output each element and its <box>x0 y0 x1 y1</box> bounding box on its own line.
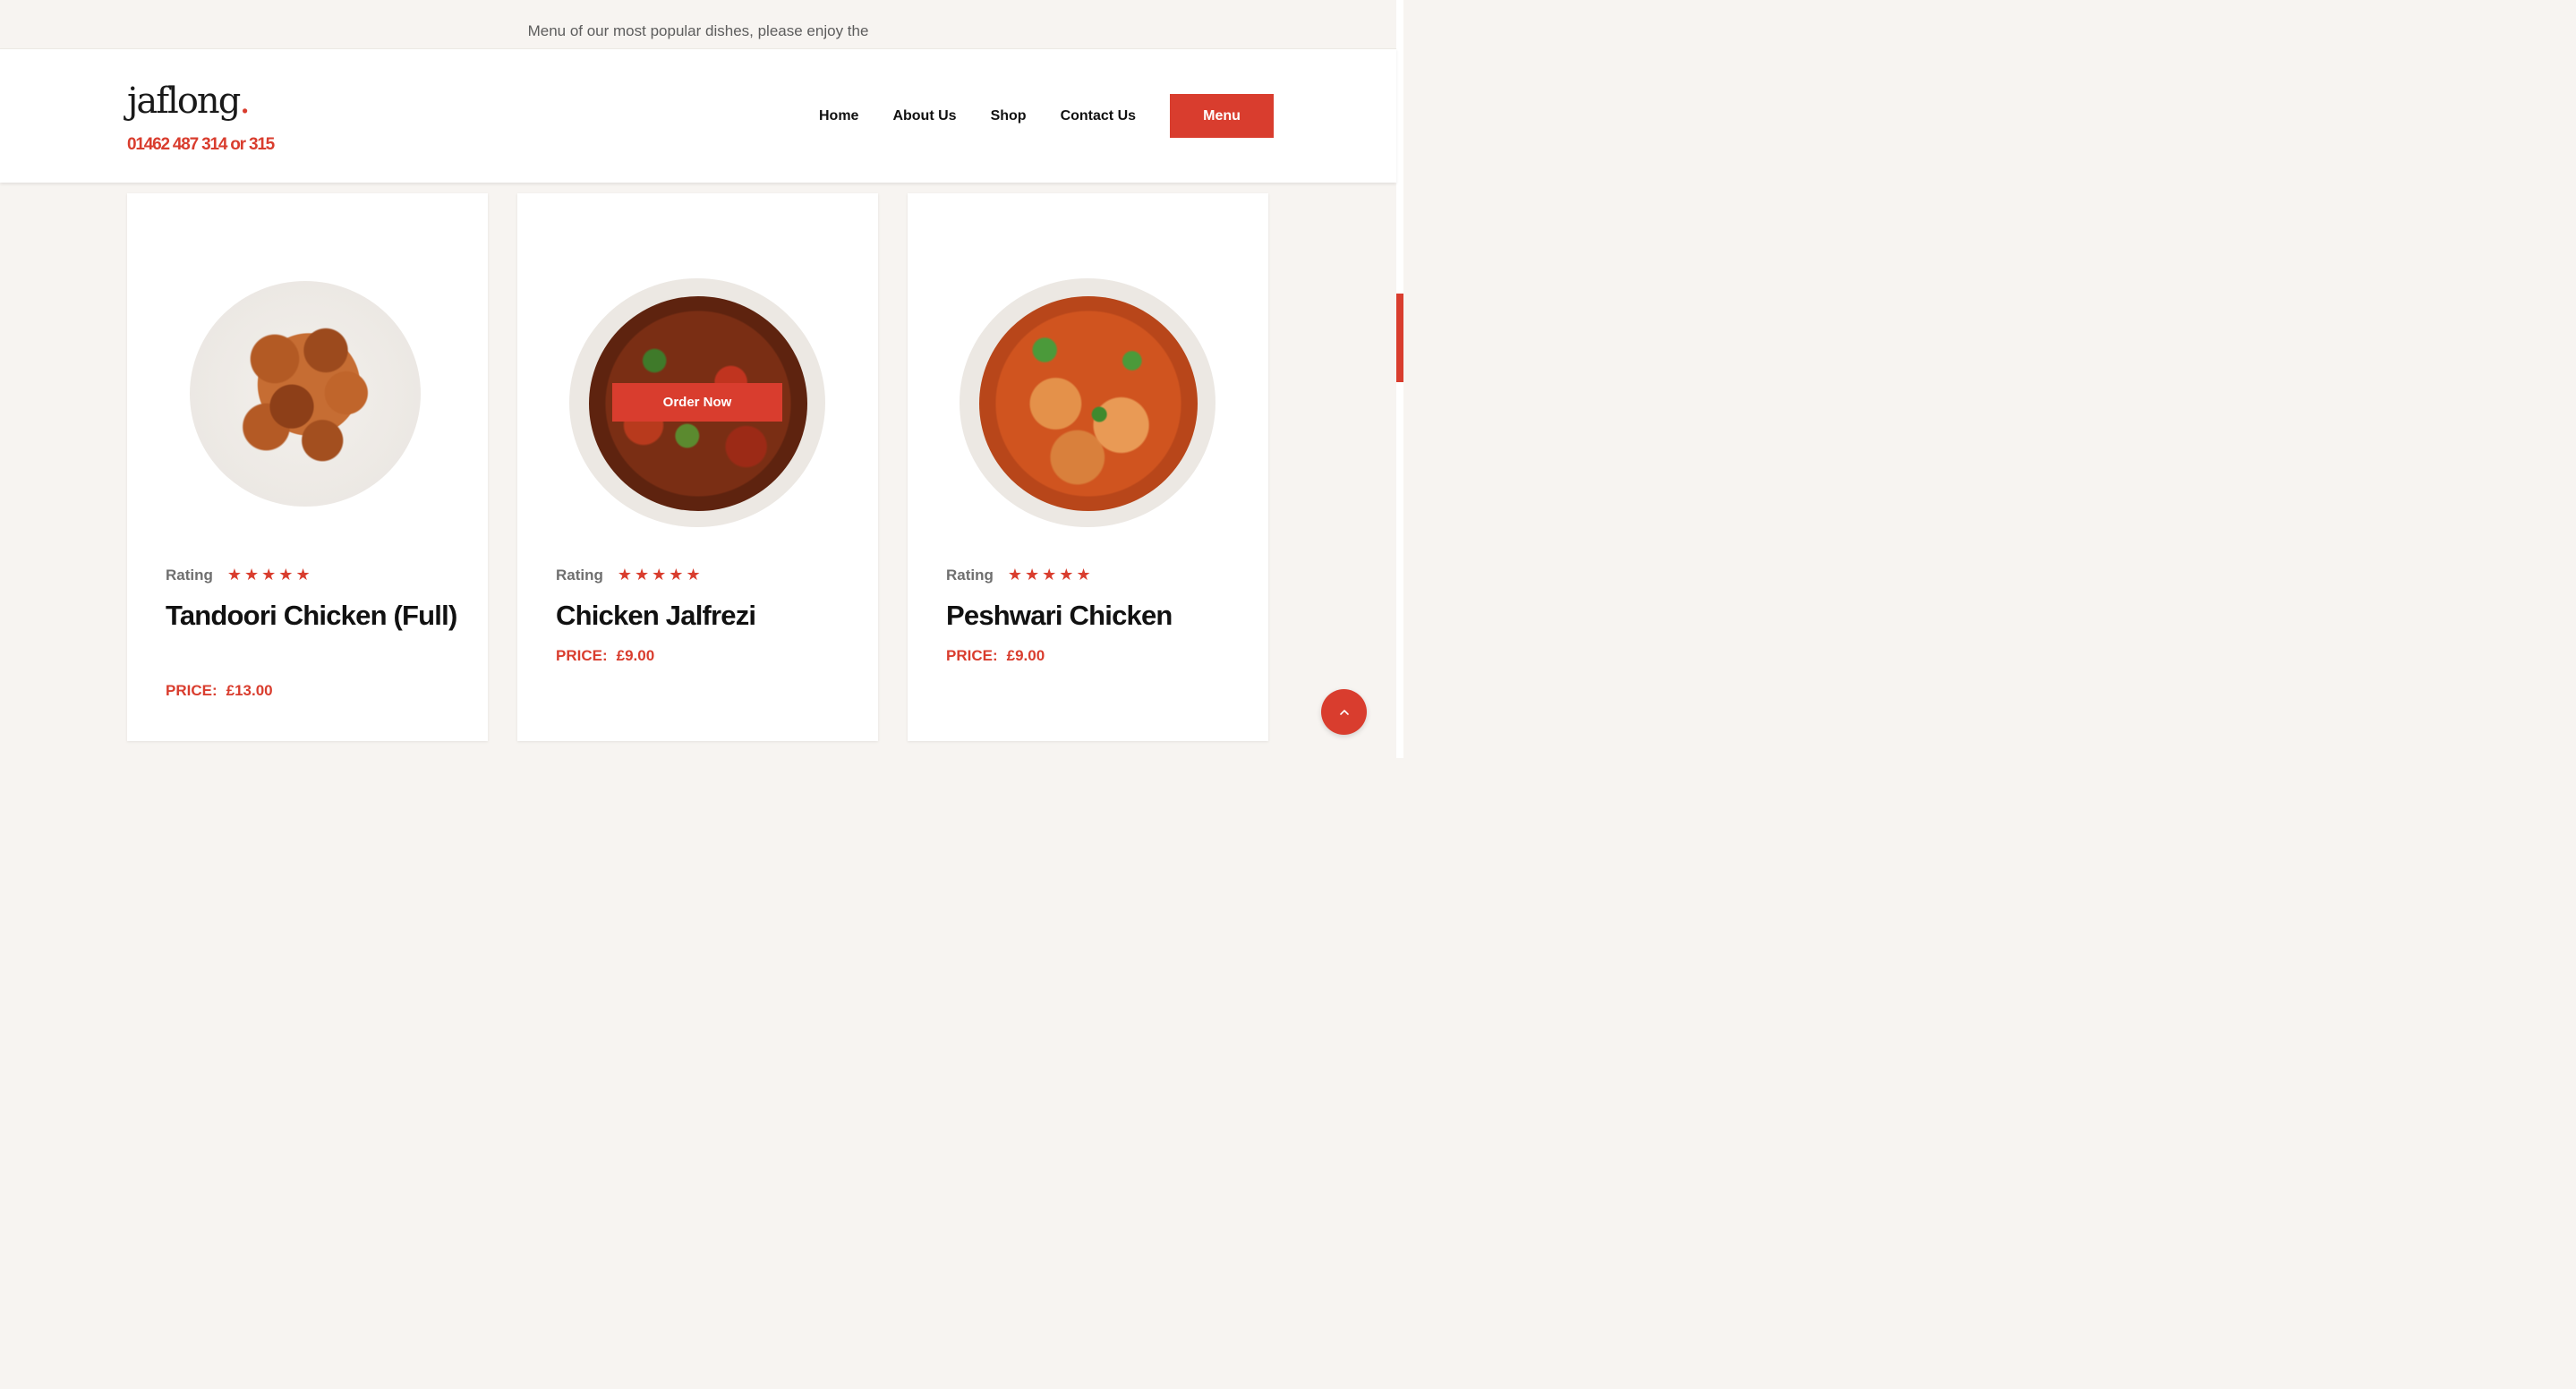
price-value: £9.00 <box>616 647 655 664</box>
dish-title[interactable]: Chicken Jalfrezi <box>556 598 851 633</box>
main-nav: Home About Us Shop Contact Us Menu <box>819 94 1275 138</box>
chevron-up-icon <box>1339 709 1349 715</box>
price-value: £9.00 <box>1006 647 1045 664</box>
order-now-button[interactable]: Order Now <box>612 383 782 422</box>
back-to-top-button[interactable] <box>1321 689 1367 735</box>
dish-image-peshwari-chicken[interactable] <box>960 278 1215 527</box>
rating-label: Rating <box>946 566 994 584</box>
dish-card[interactable]: Order Now Rating ★★★★★ Chicken Jalfrezi … <box>517 193 878 741</box>
logo-dot: . <box>239 81 251 122</box>
phone-number[interactable]: 01462 487 314 or 315 <box>127 135 275 155</box>
logo-text: jaflong <box>127 81 241 122</box>
price-row: PRICE: £13.00 <box>166 682 273 700</box>
star-icon-group: ★★★★★ <box>1007 566 1094 584</box>
site-header: jaflong. 01462 487 314 or 315 Home About… <box>0 48 1396 183</box>
star-icon-group: ★★★★★ <box>617 566 704 584</box>
nav-about-us[interactable]: About Us <box>892 95 956 138</box>
logo[interactable]: jaflong. <box>127 80 274 123</box>
promo-text: Menu of our most popular dishes, please … <box>527 22 869 39</box>
nav-contact-us[interactable]: Contact Us <box>1061 95 1136 138</box>
brand: jaflong. 01462 487 314 or 315 <box>127 80 275 155</box>
price-label: PRICE: <box>556 647 608 664</box>
price-label: PRICE: <box>166 682 218 699</box>
menu-button[interactable]: Menu <box>1170 94 1275 138</box>
dish-card[interactable]: Rating ★★★★★ Tandoori Chicken (Full) PRI… <box>127 193 488 741</box>
price-row: PRICE: £9.00 <box>556 647 654 665</box>
promo-bar: Menu of our most popular dishes, please … <box>0 0 1396 48</box>
dish-image-tandoori-chicken[interactable] <box>190 281 421 507</box>
price-row: PRICE: £9.00 <box>946 647 1045 665</box>
dish-title[interactable]: Peshwari Chicken <box>946 598 1241 633</box>
nav-shop[interactable]: Shop <box>991 95 1027 138</box>
dish-title[interactable]: Tandoori Chicken (Full) <box>166 598 461 633</box>
price-value: £13.00 <box>226 682 273 699</box>
rating-label: Rating <box>166 566 213 584</box>
dish-card[interactable]: Rating ★★★★★ Peshwari Chicken PRICE: £9.0… <box>908 193 1268 741</box>
price-label: PRICE: <box>946 647 998 664</box>
dish-food <box>224 308 394 478</box>
star-icon-group: ★★★★★ <box>226 566 313 584</box>
dish-food <box>979 296 1198 511</box>
rating-row: Rating ★★★★★ <box>946 566 1094 584</box>
scroll-indicator[interactable] <box>1396 294 1403 382</box>
rating-row: Rating ★★★★★ <box>166 566 313 584</box>
rating-label: Rating <box>556 566 603 584</box>
rating-row: Rating ★★★★★ <box>556 566 704 584</box>
nav-home[interactable]: Home <box>819 95 858 138</box>
